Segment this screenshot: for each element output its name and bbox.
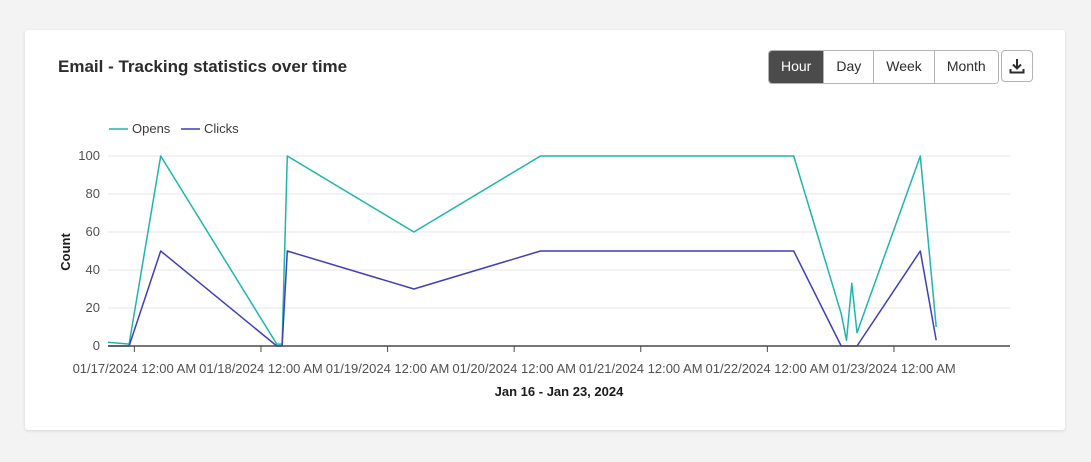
x-tick-label: 01/23/2024 12:00 AM xyxy=(832,361,956,376)
x-axis-ticks: 01/17/2024 12:00 AM 01/18/2024 12:00 AM 01… xyxy=(73,346,956,376)
y-tick-label: 100 xyxy=(78,148,100,163)
y-axis-ticks: 0 20 40 60 80 100 xyxy=(78,148,100,353)
y-tick-label: 40 xyxy=(86,262,100,277)
line-chart: 0 20 40 60 80 100 01/17/2024 12:00 AM 01/18/20… xyxy=(58,121,1010,399)
x-axis-title: Jan 16 - Jan 23, 2024 xyxy=(495,384,624,399)
legend: Opens Clicks xyxy=(109,121,239,136)
x-tick-label: 01/21/2024 12:00 AM xyxy=(579,361,703,376)
series-line-clicks[interactable] xyxy=(108,250,937,347)
legend-label-opens[interactable]: Opens xyxy=(132,121,171,136)
y-tick-label: 60 xyxy=(86,224,100,239)
series-lines xyxy=(107,155,937,347)
x-tick-label: 01/19/2024 12:00 AM xyxy=(326,361,450,376)
y-tick-label: 0 xyxy=(93,338,100,353)
y-axis-title: Count xyxy=(58,233,73,271)
chart-card: Email - Tracking statistics over time Ho… xyxy=(25,30,1065,430)
legend-label-clicks[interactable]: Clicks xyxy=(204,121,239,136)
series-line-opens[interactable] xyxy=(107,155,937,345)
x-tick-label: 01/22/2024 12:00 AM xyxy=(706,361,830,376)
x-tick-label: 01/18/2024 12:00 AM xyxy=(199,361,323,376)
x-tick-label: 01/20/2024 12:00 AM xyxy=(452,361,576,376)
y-tick-label: 80 xyxy=(86,186,100,201)
x-tick-label: 01/17/2024 12:00 AM xyxy=(73,361,197,376)
y-tick-label: 20 xyxy=(86,300,100,315)
